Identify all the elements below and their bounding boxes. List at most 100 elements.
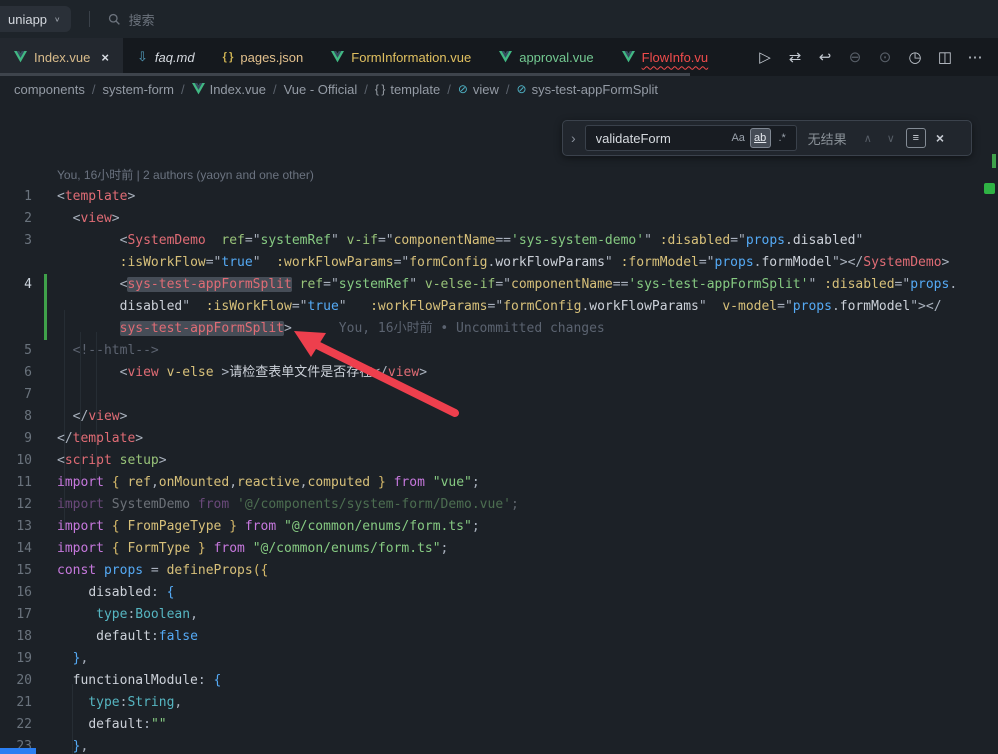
code-line[interactable]: </template> xyxy=(40,428,143,450)
code-editor[interactable]: You, 16小时前 | 2 authors (yaoyn and one ot… xyxy=(0,102,998,754)
code-line[interactable]: <!--html--> xyxy=(40,340,159,362)
find-input[interactable] xyxy=(594,130,727,147)
next-change-button[interactable]: ⊙ xyxy=(872,44,898,70)
match-case-button[interactable]: Aa xyxy=(728,128,749,148)
code-line[interactable] xyxy=(40,384,57,406)
code-line[interactable]: <SystemDemo ref="systemRef" v-if="compon… xyxy=(40,230,863,252)
vue-icon xyxy=(331,51,344,63)
code-line[interactable]: import { FormType } from "@/common/enums… xyxy=(40,538,448,560)
code-line[interactable]: const props = defineProps({ xyxy=(40,560,268,582)
line-number[interactable] xyxy=(0,252,40,274)
line-number[interactable]: 2 xyxy=(0,208,40,230)
next-match-button[interactable]: ∨ xyxy=(883,132,899,145)
line-number[interactable]: 16 xyxy=(0,582,40,604)
line-number[interactable]: 6 xyxy=(0,362,40,384)
line-number[interactable]: 11 xyxy=(0,472,40,494)
project-switcher[interactable]: uniapp ∨ xyxy=(0,6,71,32)
code-line[interactable]: sys-test-appFormSplit> You, 16小时前 • Unco… xyxy=(40,318,605,340)
line-number[interactable]: 15 xyxy=(0,560,40,582)
tab-faq-md[interactable]: ⇩ faq.md xyxy=(123,38,209,76)
code-line[interactable]: </view> xyxy=(40,406,127,428)
line-number[interactable]: 21 xyxy=(0,692,40,714)
breadcrumb-item-vue-official[interactable]: Vue - Official xyxy=(284,82,358,97)
line-number[interactable]: 3 xyxy=(0,230,40,252)
vscode-window: uniapp ∨ 搜索 Index.vue×⇩faq.md{ }pages.js… xyxy=(0,0,998,754)
line-number[interactable]: 10 xyxy=(0,450,40,472)
code-line[interactable]: import { FromPageType } from "@/common/e… xyxy=(40,516,480,538)
line-number[interactable]: 1 xyxy=(0,186,40,208)
line-number[interactable] xyxy=(0,318,40,340)
code-line[interactable]: }, xyxy=(40,648,88,670)
code-line[interactable]: <view v-else >请检查表单文件是否存在</view> xyxy=(40,362,427,384)
close-icon[interactable]: × xyxy=(101,50,109,65)
tab-index-vue[interactable]: Index.vue× xyxy=(0,38,123,76)
tab-pages-json[interactable]: { }pages.json xyxy=(209,38,318,76)
line-number[interactable]: 18 xyxy=(0,626,40,648)
line-number[interactable]: 20 xyxy=(0,670,40,692)
tab-forminformation-vue[interactable]: FormInformation.vue xyxy=(317,38,485,76)
breadcrumb-separator: / xyxy=(506,82,510,97)
breadcrumb-separator: / xyxy=(447,82,451,97)
line-number[interactable]: 4 xyxy=(0,274,40,296)
line-number[interactable]: 19 xyxy=(0,648,40,670)
breadcrumb: components / system-form / Index.vue / Vue - O… xyxy=(0,76,998,102)
line-number[interactable]: 7 xyxy=(0,384,40,406)
code-line[interactable]: <sys-test-appFormSplit ref="systemRef" v… xyxy=(40,274,957,296)
code-line[interactable]: import { ref,onMounted,reactive,computed… xyxy=(40,472,480,494)
code-line[interactable]: functionalModule: { xyxy=(40,670,221,692)
tab-label: pages.json xyxy=(240,50,303,65)
close-find-button[interactable]: × xyxy=(933,130,947,146)
code-line[interactable]: :isWorkFlow="true" :workFlowParams="form… xyxy=(40,252,949,274)
line-number[interactable]: 12 xyxy=(0,494,40,516)
line-number[interactable]: 17 xyxy=(0,604,40,626)
global-search[interactable]: 搜索 xyxy=(108,10,155,29)
breadcrumb-item-system-form[interactable]: system-form xyxy=(102,82,174,97)
tab-label: faq.md xyxy=(155,50,195,65)
code-line[interactable]: disabled: { xyxy=(40,582,174,604)
toggle-replace-button[interactable]: › xyxy=(569,130,578,146)
find-in-selection-button[interactable]: ≡ xyxy=(906,128,926,148)
breadcrumb-item-components[interactable]: components xyxy=(14,82,85,97)
code-line[interactable]: disabled" :isWorkFlow="true" :workFlowPa… xyxy=(40,296,942,318)
breadcrumb-item-index-vue[interactable]: Index.vue xyxy=(192,82,266,97)
run-button[interactable]: ▷ xyxy=(752,44,778,70)
code-line[interactable]: <script setup> xyxy=(40,450,167,472)
breadcrumb-item-sys-test-appformsplit[interactable]: ⊘sys-test-appFormSplit xyxy=(517,82,658,97)
code-line[interactable]: default:false xyxy=(40,626,198,648)
more-actions-button[interactable]: ⋯ xyxy=(962,44,988,70)
code-line[interactable]: default:"" xyxy=(40,714,167,736)
find-input-box: Aa ab .* xyxy=(585,125,797,151)
divider xyxy=(89,11,90,27)
whole-word-button[interactable]: ab xyxy=(750,128,771,148)
previous-match-button[interactable]: ∧ xyxy=(860,132,876,145)
tab-approval-vue[interactable]: approval.vue xyxy=(485,38,607,76)
breadcrumb-item-view[interactable]: ⊘view xyxy=(458,82,499,97)
code-line[interactable]: }, xyxy=(40,736,88,754)
code-line[interactable]: type:String, xyxy=(40,692,182,714)
previous-change-button[interactable]: ⊖ xyxy=(842,44,868,70)
code-line[interactable]: import SystemDemo from '@/components/sys… xyxy=(40,494,519,516)
line-number[interactable]: 14 xyxy=(0,538,40,560)
open-changes-button[interactable]: ↩ xyxy=(812,44,838,70)
editor-actions: ▷⇄↩⊖⊙◷◫⋯ xyxy=(746,38,998,76)
line-number[interactable]: 13 xyxy=(0,516,40,538)
line-number[interactable]: 22 xyxy=(0,714,40,736)
code-line[interactable]: type:Boolean, xyxy=(40,604,198,626)
split-editor-button[interactable]: ◫ xyxy=(932,44,958,70)
regex-button[interactable]: .* xyxy=(772,128,793,148)
breadcrumb-separator: / xyxy=(92,82,96,97)
code-line[interactable]: <template> xyxy=(40,186,135,208)
line-number[interactable]: 9 xyxy=(0,428,40,450)
project-name: uniapp xyxy=(8,12,47,27)
line-number[interactable]: 8 xyxy=(0,406,40,428)
breadcrumb-item-template[interactable]: { }template xyxy=(375,82,440,97)
vue-icon xyxy=(499,51,512,63)
markdown-icon: ⇩ xyxy=(137,49,148,65)
code-line[interactable]: <view> xyxy=(40,208,120,230)
vue-icon xyxy=(14,51,27,63)
timeline-button[interactable]: ◷ xyxy=(902,44,928,70)
line-number[interactable] xyxy=(0,296,40,318)
tab-flowinfo-vu[interactable]: FlowInfo.vu xyxy=(608,38,722,76)
line-number[interactable]: 5 xyxy=(0,340,40,362)
compare-changes-button[interactable]: ⇄ xyxy=(782,44,808,70)
